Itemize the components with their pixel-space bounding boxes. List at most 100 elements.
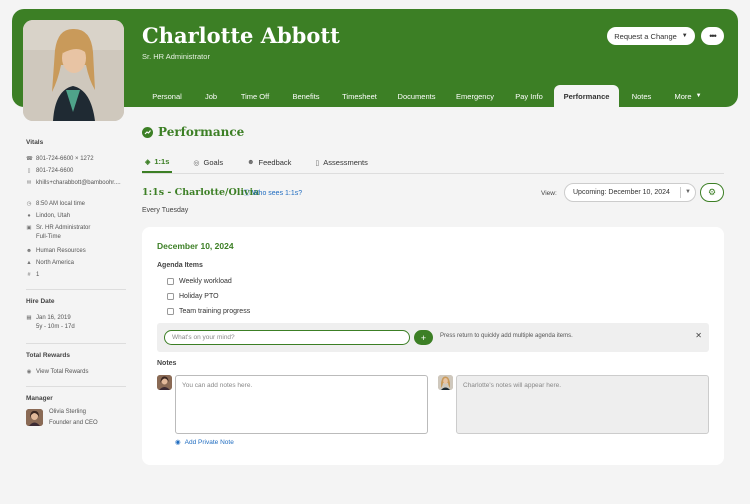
job: Sr. HR Administrator xyxy=(36,225,91,231)
employee-number-row: #1 xyxy=(26,269,126,281)
tab-more[interactable]: More ▼ xyxy=(664,85,712,107)
agenda-checkbox[interactable] xyxy=(167,308,174,315)
mobile-phone-row: ▯ 801-724-6600 xyxy=(26,165,126,177)
agenda-item[interactable]: Weekly workload xyxy=(167,278,232,285)
subtab-assessments[interactable]: ▯ Assessments xyxy=(312,152,370,173)
tab-personal[interactable]: Personal xyxy=(142,85,192,107)
location-pin-icon: ● xyxy=(27,213,31,219)
tab-pay-info[interactable]: Pay Info xyxy=(504,85,554,107)
request-change-label: Request a Change xyxy=(614,31,677,41)
employment-type: Full-Time xyxy=(36,234,61,240)
tenure: 5y - 10m - 17d xyxy=(36,324,75,330)
manager-card[interactable]: Olivia Sterling Founder and CEO xyxy=(26,409,126,431)
performance-subtabs: ◈ 1:1s ◎ Goals ☻ Feedback ▯ Assessments xyxy=(142,152,724,174)
tab-emergency[interactable]: Emergency xyxy=(446,85,504,107)
notes-heading: Notes xyxy=(157,360,177,367)
add-agenda-button[interactable]: + xyxy=(414,330,433,345)
profile-tabs: Personal Job Time Off Benefits Timesheet… xyxy=(142,85,712,107)
employee-job-title: Sr. HR Administrator xyxy=(142,52,210,61)
employee-avatar xyxy=(438,375,453,390)
agenda-heading: Agenda Items xyxy=(157,262,203,269)
mail-icon: ✉ xyxy=(26,180,32,186)
gear-icon: ⚙ xyxy=(707,187,717,197)
email[interactable]: khills+charabbott@bamboohr.... xyxy=(36,180,121,186)
agenda-item[interactable]: Team training progress xyxy=(167,308,250,315)
performance-icon xyxy=(142,126,153,138)
hire-date: Jan 16, 2019 xyxy=(36,315,71,321)
select-separator xyxy=(680,187,681,198)
view-label: View: xyxy=(541,190,557,197)
sidebar-divider xyxy=(26,343,126,344)
close-icon[interactable]: ✕ xyxy=(695,331,702,340)
question-icon: ⓘ xyxy=(243,190,250,197)
caret-down-icon: ▼ xyxy=(681,33,688,39)
agenda-item[interactable]: Holiday PTO xyxy=(167,293,219,300)
hire-date-row: ▦ Jan 16, 2019 xyxy=(26,312,126,324)
vitals-heading: Vitals xyxy=(26,139,44,146)
manager-avatar xyxy=(157,375,172,390)
tab-performance[interactable]: Performance xyxy=(554,85,619,107)
agenda-input[interactable]: What's on your mind? xyxy=(164,330,410,345)
agenda-item-label: Team training progress xyxy=(179,308,251,315)
view-select-value: Upcoming: December 10, 2024 xyxy=(573,189,670,196)
region-icon: ▲ xyxy=(26,260,32,266)
agenda-hint: Press return to quickly add multiple age… xyxy=(440,333,573,339)
target-icon: ◎ xyxy=(193,159,200,167)
performance-title: Performance xyxy=(158,125,245,139)
job-row: ▣ Sr. HR Administrator xyxy=(26,222,126,234)
caret-down-icon: ▼ xyxy=(685,189,691,195)
manager-name: Olivia Sterling xyxy=(49,409,87,415)
subtab-feedback-label: Feedback xyxy=(258,158,292,167)
handshake-icon: ◈ xyxy=(145,158,151,166)
total-rewards-heading: Total Rewards xyxy=(26,352,70,359)
location-row: ● Lindon, Utah xyxy=(26,210,126,222)
manager-heading: Manager xyxy=(26,395,53,402)
employee-name: Charlotte Abbott xyxy=(142,23,340,48)
tab-time-off[interactable]: Time Off xyxy=(230,85,280,107)
settings-button[interactable]: ⚙ xyxy=(700,183,724,202)
sidebar: Vitals ☎ 801-724-6600 × 1272 ▯ 801-724-660… xyxy=(26,139,126,431)
meeting-frequency: Every Tuesday xyxy=(142,207,189,214)
people-icon: ☻ xyxy=(26,248,32,254)
tab-notes[interactable]: Notes xyxy=(619,85,664,107)
sidebar-divider xyxy=(26,289,126,290)
work-phone-row: ☎ 801-724-6600 × 1272 xyxy=(26,153,126,165)
agenda-item-label: Weekly workload xyxy=(179,278,232,285)
view-total-rewards-link[interactable]: ◉ View Total Rewards xyxy=(26,366,126,378)
agenda-checkbox[interactable] xyxy=(167,293,174,300)
subtab-goals[interactable]: ◎ Goals xyxy=(190,152,226,173)
mobile-phone: 801-724-6600 xyxy=(36,168,74,174)
add-private-note-link[interactable]: ◉ Add Private Note xyxy=(175,438,234,447)
people-icon: ☻ xyxy=(247,159,255,166)
tab-benefits[interactable]: Benefits xyxy=(280,85,332,107)
tab-more-label: More xyxy=(674,91,692,101)
local-time: 8:50 AM local time xyxy=(36,201,86,207)
tab-job[interactable]: Job xyxy=(192,85,230,107)
region: North America xyxy=(36,260,75,266)
one-on-one-title: 1:1s - Charlotte/Olivia xyxy=(142,187,260,198)
who-sees-link[interactable]: ⓘ Who sees 1:1s? xyxy=(243,188,302,198)
hidden-eye-icon: ◉ xyxy=(175,439,181,446)
tab-timesheet[interactable]: Timesheet xyxy=(332,85,387,107)
more-actions-button[interactable]: ••• xyxy=(701,27,724,45)
mobile-icon: ▯ xyxy=(27,168,31,174)
hash-icon: # xyxy=(27,272,31,278)
id-badge-icon: ▣ xyxy=(26,225,32,231)
sidebar-divider xyxy=(26,386,126,387)
tab-documents[interactable]: Documents xyxy=(387,85,446,107)
phone-icon: ☎ xyxy=(26,156,33,162)
clock-icon: ◷ xyxy=(26,201,32,207)
own-notes-field[interactable]: You can add notes here. xyxy=(175,375,428,434)
department-row: ☻ Human Resources xyxy=(26,245,126,257)
caret-down-icon: ▼ xyxy=(695,93,702,99)
subtab-feedback[interactable]: ☻ Feedback xyxy=(244,152,294,173)
location: Lindon, Utah xyxy=(36,213,71,219)
view-select[interactable]: Upcoming: December 10, 2024 ▼ xyxy=(564,183,696,202)
subtab-goals-label: Goals xyxy=(203,158,224,167)
request-change-button[interactable]: Request a Change ▼ xyxy=(607,27,695,45)
add-agenda-bar: What's on your mind? + Press return to q… xyxy=(157,323,709,352)
agenda-checkbox[interactable] xyxy=(167,278,174,285)
email-row[interactable]: ✉ khills+charabbott@bamboohr.... xyxy=(26,177,126,189)
employee-number: 1 xyxy=(36,272,40,278)
subtab-one-on-ones[interactable]: ◈ 1:1s xyxy=(142,152,173,173)
